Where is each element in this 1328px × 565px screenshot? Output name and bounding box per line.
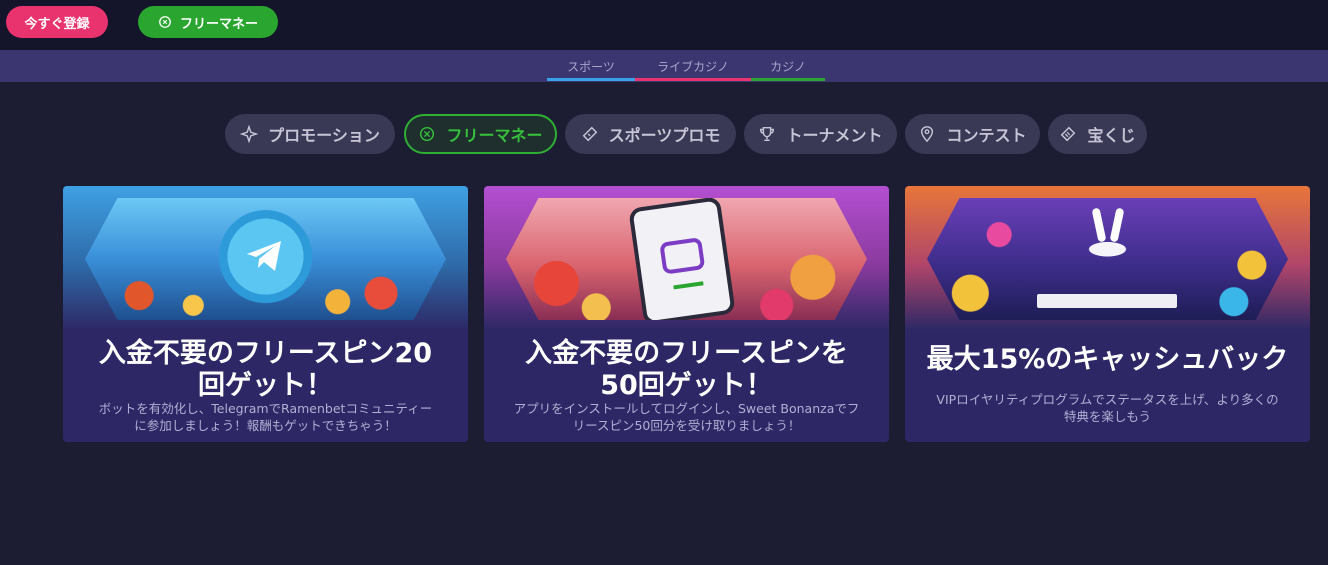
cards-table [1037,294,1177,308]
category-tournament[interactable]: トーナメント [744,114,897,154]
sparkle-icon [240,125,259,143]
category-tournament-label: トーナメント [786,126,883,145]
promo-card-app[interactable]: 入金不要のフリースピンを 50回ゲット！ アプリをインストールしてログインし、S… [484,186,889,442]
tab-live-casino-label: ライブカジノ [657,59,729,74]
category-lottery-label: 宝くじ [1087,126,1136,145]
telegram-logo-image [85,198,446,320]
tab-casino[interactable]: カジノ [751,50,825,82]
freemoney-header-button[interactable]: フリーマネー [138,6,278,38]
promo-title-line: 回ゲット！ [198,370,333,401]
category-promotion-label: プロモーション [268,126,380,145]
promo-desc-line: VIPロイヤリティプログラムでステータスを上げ、より多くの [936,392,1279,407]
tab-live-casino[interactable]: ライブカジノ [635,50,751,82]
promo-title-line: 50回ゲット！ [600,370,773,401]
promo-description: VIPロイヤリティプログラムでステータスを上げ、より多くの 特典を楽しもう [913,391,1302,425]
money-icon [420,126,435,142]
promo-title-line: 最大15%のキャッシュバック [926,344,1289,375]
promo-desc-line: 特典を楽しもう [1063,409,1152,424]
top-bar: 今すぐ登録 フリーマネー [0,0,1328,50]
promo-title: 入金不要のフリースピンを 50回ゲット！ [492,338,881,402]
smartphone-app-image [506,198,867,320]
category-contest[interactable]: コンテスト [905,114,1040,154]
promo-card-telegram[interactable]: 入金不要のフリースピン20 回ゲット！ ボットを有効化し、TelegramでRa… [63,186,468,442]
promo-title-line: 入金不要のフリースピンを [525,338,848,369]
promo-title: 入金不要のフリースピン20 回ゲット！ [71,338,460,402]
category-freemoney[interactable]: フリーマネー [404,114,557,154]
tab-casino-label: カジノ [770,59,806,74]
promo-card-cashback[interactable]: 最大15%のキャッシュバック VIPロイヤリティプログラムでステータスを上げ、よ… [905,186,1310,442]
promo-title: 最大15%のキャッシュバック [913,344,1302,376]
section-nav: スポーツ ライブカジノ カジノ [0,50,1328,82]
category-contest-label: コンテスト [946,126,1027,145]
promo-desc-line: に参加しましょう！報酬もゲットできちゃう！ [134,418,397,433]
tab-sports-underline [547,78,635,81]
category-promotion[interactable]: プロモーション [225,114,395,154]
rabbit-casino-image [927,198,1288,320]
smartphone-shape [628,198,736,320]
tab-live-casino-underline [635,78,751,81]
promo-desc-line: ボットを有効化し、TelegramでRamenbetコミュニティー [98,401,433,416]
rabbit-ears [1091,207,1107,243]
category-lottery[interactable]: 宝くじ [1048,114,1147,154]
lottery-ticket-icon [1061,126,1076,142]
category-sports-promo[interactable]: スポーツプロモ [565,114,736,154]
freemoney-header-label: フリーマネー [179,15,258,31]
tab-sports[interactable]: スポーツ [547,50,635,82]
register-button[interactable]: 今すぐ登録 [6,6,108,38]
promo-title-line: 入金不要のフリースピン20 [98,338,433,369]
promo-description: アプリをインストールしてログインし、Sweet Bonanzaでフ リースピン5… [492,400,881,434]
category-sports-promo-label: スポーツプロモ [608,126,721,145]
promo-desc-line: リースピン50回分を受け取りましょう！ [572,418,801,433]
rabbit-ears [1109,207,1125,243]
promo-desc-line: アプリをインストールしてログインし、Sweet Bonanzaでフ [513,401,860,416]
ticket-icon [582,126,597,142]
pin-icon [921,126,934,143]
money-icon [159,16,171,28]
tab-sports-label: スポーツ [567,59,615,74]
trophy-icon [760,126,775,142]
telegram-icon [247,241,281,271]
promo-description: ボットを有効化し、TelegramでRamenbetコミュニティー に参加しまし… [71,400,460,434]
category-freemoney-label: フリーマネー [446,126,543,145]
tab-casino-underline [751,78,825,81]
